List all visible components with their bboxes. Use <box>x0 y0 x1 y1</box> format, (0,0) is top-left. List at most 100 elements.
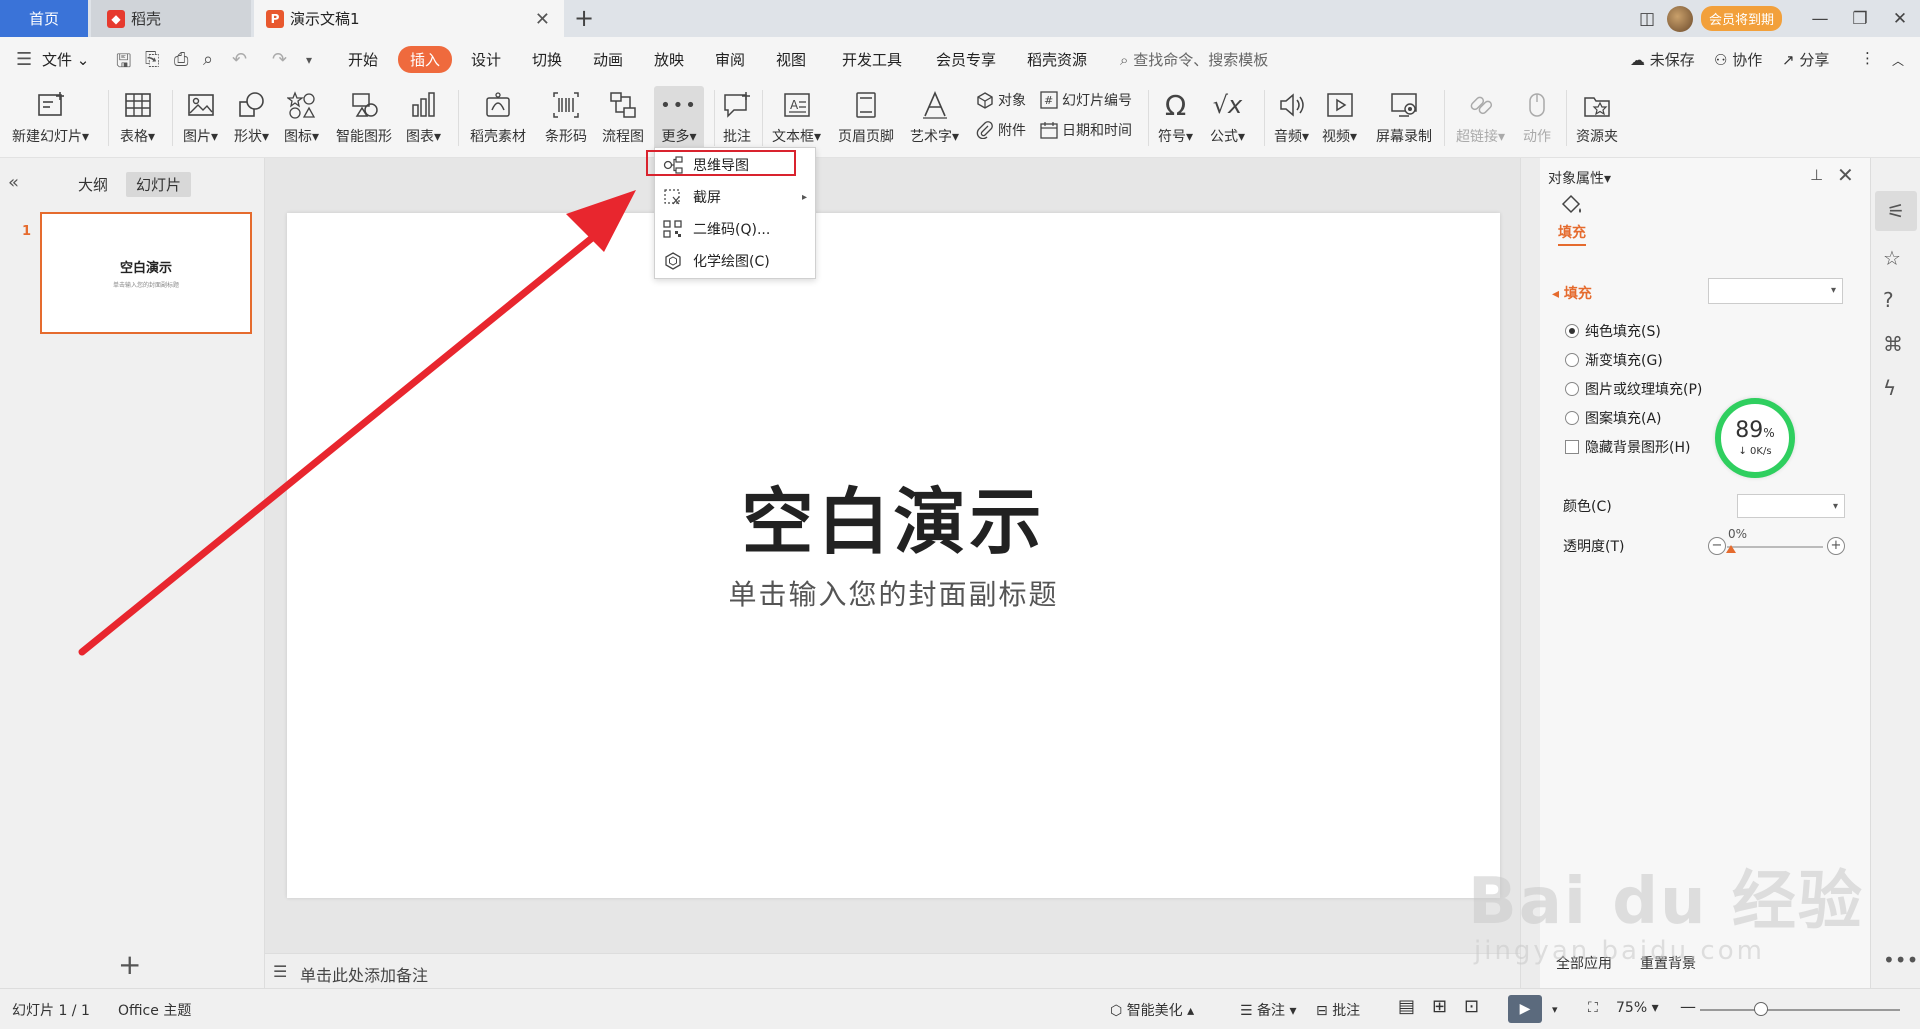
fit-window-icon[interactable]: ⛶ <box>1588 1000 1598 1016</box>
radio-picture-fill[interactable]: 图片或纹理填充(P) <box>1565 379 1702 399</box>
slide-number-button[interactable]: # 幻灯片编号 <box>1040 90 1132 110</box>
flowchart-button[interactable]: 流程图 <box>602 86 644 146</box>
radio-gradient-fill[interactable]: 渐变填充(G) <box>1565 350 1663 370</box>
pin-icon[interactable]: ⊥ <box>1810 166 1823 184</box>
textbox-button[interactable]: A 文本框▾ <box>772 86 821 146</box>
notes-toggle-button[interactable]: ☰ 备注 ▾ <box>1240 1000 1297 1020</box>
hide-background-checkbox[interactable]: 隐藏背景图形(H) <box>1565 437 1690 457</box>
zoom-slider[interactable] <box>1700 1009 1900 1011</box>
menu-vip[interactable]: 会员专享 <box>936 49 996 70</box>
export-pdf-icon[interactable]: ⎘ <box>145 49 159 70</box>
more-options-icon[interactable]: ⋮ <box>1860 49 1875 67</box>
save-icon[interactable]: 🖫 <box>116 49 131 79</box>
fill-section-header[interactable]: ◂ 填充 <box>1552 283 1592 303</box>
opacity-slider[interactable] <box>1727 546 1823 548</box>
menu-item-screenshot[interactable]: 截屏 <box>663 182 721 212</box>
redo-icon[interactable]: ↷ <box>272 49 287 70</box>
radio-pattern-fill[interactable]: 图案填充(A) <box>1565 408 1662 428</box>
tab-home[interactable]: 首页 <box>0 0 88 37</box>
theme-name[interactable]: Office 主题 <box>118 1000 191 1020</box>
menu-view[interactable]: 视图 <box>776 49 806 70</box>
design-icon[interactable]: ⌘ <box>1883 332 1903 356</box>
symbol-button[interactable]: Ω 符号▾ <box>1158 86 1193 146</box>
shape-button[interactable]: 形状▾ <box>234 86 269 146</box>
object-button[interactable]: 对象 <box>976 90 1026 110</box>
close-window-icon[interactable]: ✕ <box>1880 9 1920 29</box>
vip-expiring-badge[interactable]: 会员将到期 <box>1700 6 1782 31</box>
chart-button[interactable]: 图表▾ <box>406 86 441 146</box>
restore-icon[interactable]: ❐ <box>1840 9 1880 29</box>
more-button[interactable]: ••• 更多▾ <box>654 86 704 152</box>
collapse-panel-icon[interactable]: « <box>8 172 19 193</box>
comment-button[interactable]: 批注 <box>722 86 752 146</box>
color-select[interactable]: ▾ <box>1737 494 1845 518</box>
close-panel-icon[interactable]: ✕ <box>1837 163 1854 187</box>
hyperlink-button[interactable]: 超链接▾ <box>1456 86 1505 146</box>
menu-slideshow[interactable]: 放映 <box>654 49 684 70</box>
avatar[interactable] <box>1666 5 1693 32</box>
slide-canvas[interactable]: 空白演示 单击输入您的封面副标题 <box>287 213 1500 898</box>
properties-title[interactable]: 对象属性▾ <box>1548 168 1611 188</box>
opacity-slider-thumb[interactable] <box>1726 545 1736 553</box>
smart-beautify-button[interactable]: ⬡ 智能美化 ▴ <box>1110 1000 1194 1020</box>
play-slideshow-button[interactable]: ▶ <box>1508 995 1542 1023</box>
slide-subtitle[interactable]: 单击输入您的封面副标题 <box>287 573 1500 613</box>
table-button[interactable]: 表格▾ <box>120 86 155 146</box>
new-slide-button[interactable]: 新建幻灯片▾ <box>12 86 89 146</box>
fill-type-select[interactable]: ▾ <box>1708 278 1843 304</box>
video-button[interactable]: 视频▾ <box>1322 86 1357 146</box>
picture-button[interactable]: 图片▾ <box>183 86 218 146</box>
more-horizontal-icon[interactable]: ••• <box>1883 948 1918 972</box>
tab-document[interactable]: P 演示文稿1 ✕ <box>254 0 564 37</box>
datetime-button[interactable]: 日期和时间 <box>1040 120 1132 140</box>
menu-item-qrcode[interactable]: 二维码(Q)... <box>663 214 770 244</box>
menu-item-chemistry[interactable]: 化学绘图(C) <box>663 246 770 276</box>
print-preview-icon[interactable]: ⌕ <box>203 49 213 70</box>
action-button[interactable]: 动作 <box>1522 86 1552 146</box>
customize-toolbar-icon[interactable]: ▾ <box>306 53 312 67</box>
play-options-icon[interactable]: ▾ <box>1552 1003 1558 1016</box>
network-speed-widget[interactable]: 89% ↓ 0K/s <box>1715 398 1795 478</box>
hamburger-icon[interactable]: ☰ <box>16 49 32 70</box>
icon-button[interactable]: 图标▾ <box>284 86 319 146</box>
menu-daoke-resources[interactable]: 稻壳资源 <box>1027 49 1087 70</box>
daoke-material-button[interactable]: 稻壳素材 <box>470 86 526 146</box>
slide-title[interactable]: 空白演示 <box>287 463 1500 568</box>
add-slide-icon[interactable]: + <box>118 948 141 981</box>
zoom-slider-thumb[interactable] <box>1754 1002 1768 1016</box>
opacity-increase-button[interactable]: + <box>1827 537 1845 555</box>
tab-outline[interactable]: 大纲 <box>68 172 118 197</box>
new-tab-icon[interactable]: + <box>574 4 594 32</box>
wordart-button[interactable]: 艺术字▾ <box>910 86 959 146</box>
formula-button[interactable]: √x 公式▾ <box>1210 86 1245 146</box>
screen-record-button[interactable]: 屏幕录制 <box>1376 86 1432 146</box>
menu-start[interactable]: 开始 <box>348 49 378 70</box>
opacity-decrease-button[interactable]: − <box>1708 537 1726 555</box>
print-icon[interactable]: ⎙ <box>174 49 188 70</box>
menu-design[interactable]: 设计 <box>471 49 501 70</box>
menu-file[interactable]: 文件 ⌄ <box>42 49 89 70</box>
smartart-button[interactable]: 智能图形 <box>336 86 392 146</box>
comment-toggle-button[interactable]: ⊟ 批注 <box>1316 1000 1360 1020</box>
menu-insert[interactable]: 插入 <box>398 46 453 73</box>
close-tab-icon[interactable]: ✕ <box>535 9 550 30</box>
layout-icon[interactable]: ◫ <box>1627 9 1667 29</box>
undo-icon[interactable]: ↶ <box>232 49 247 70</box>
tab-slides[interactable]: 幻灯片 <box>126 172 192 197</box>
resource-folder-button[interactable]: 资源夹 <box>1576 86 1618 146</box>
audio-button[interactable]: 音频▾ <box>1274 86 1309 146</box>
unsaved-status[interactable]: ☁ 未保存 <box>1630 49 1695 70</box>
header-footer-button[interactable]: 页眉页脚 <box>838 86 894 146</box>
barcode-button[interactable]: 条形码 <box>545 86 587 146</box>
minimize-icon[interactable]: — <box>1800 9 1840 29</box>
share-button[interactable]: ↗ 分享 <box>1782 49 1829 70</box>
attachment-button[interactable]: 附件 <box>976 120 1026 140</box>
fill-tab[interactable]: 填充 <box>1558 194 1586 246</box>
zoom-out-icon[interactable]: — <box>1680 997 1696 1016</box>
collab-button[interactable]: ⚇ 协作 <box>1714 49 1762 70</box>
menu-developer[interactable]: 开发工具 <box>842 49 902 70</box>
properties-sliders-icon[interactable]: ⚟ <box>1875 191 1917 231</box>
notes-bar[interactable]: ☰ 单击此处添加备注 <box>265 953 1520 988</box>
reading-view-icon[interactable]: ⊡ <box>1464 996 1479 1017</box>
help-icon[interactable]: ? <box>1883 288 1894 312</box>
